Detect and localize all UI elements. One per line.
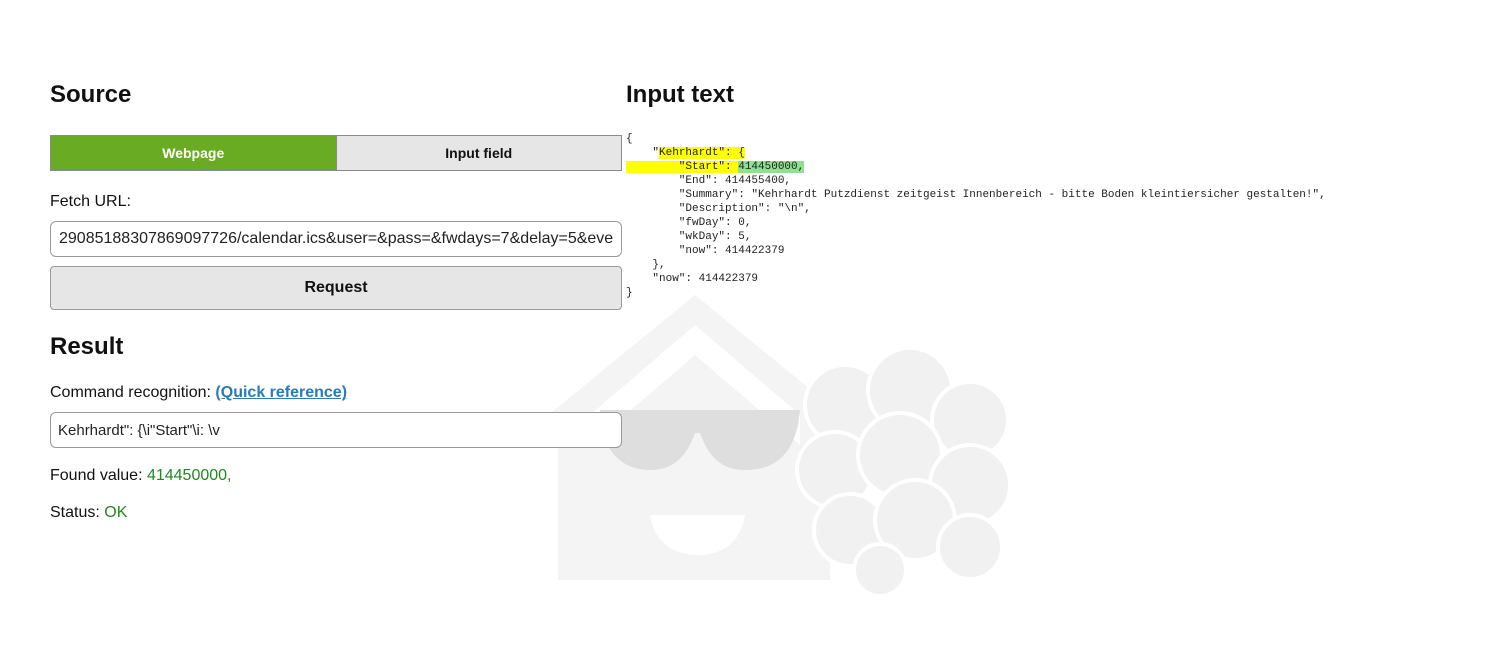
code-highlight-match: "Start": [626,161,739,173]
code-highlight-match: Kehrhardt": { [659,147,745,159]
command-recognition-text: Command recognition: [50,384,216,401]
command-value: Kehrhardt": {\i"Start"\i: \v [58,421,220,439]
code-line: }, [626,259,666,271]
command-recognition-label: Command recognition: (Quick reference) [50,384,622,402]
found-value-row: Found value: 414450000, [50,467,622,485]
result-title: Result [50,333,124,360]
input-text-panel: Input text { "Kehrhardt": { "Start": 414… [626,78,1486,300]
source-toggle: Webpage Input field [50,135,622,171]
code-line: } [626,287,633,299]
code-line: "Start": 414450000, [626,160,1486,174]
status-value: OK [104,504,128,521]
code-line: "now": 414422379 [626,273,759,285]
code-highlight-value: 414450000, [738,161,805,173]
tab-webpage[interactable]: Webpage [51,136,336,170]
code-line: "fwDay": 0, [626,217,752,229]
fetch-url-input[interactable]: 29085188307869097726/calendar.ics&user=&… [50,221,622,257]
input-text-title: Input text [626,81,734,108]
code-line: { [626,133,633,145]
code-line: "Description": "\n", [626,203,811,215]
page: Source Webpage Input field Fetch URL: 29… [0,0,1512,661]
fetch-url-value: 29085188307869097726/calendar.ics&user=&… [59,230,614,247]
code-line: "End": 414455400, [626,175,792,187]
quick-reference-link[interactable]: (Quick reference) [215,384,347,401]
request-button[interactable]: Request [50,266,622,310]
found-value: 414450000, [146,467,232,484]
command-input[interactable]: Kehrhardt": {\i"Start"\i: \v [50,412,622,448]
code-line: "Summary": "Kehrhardt Putzdienst zeitgei… [626,189,1326,201]
tab-input-field[interactable]: Input field [335,136,621,170]
fetch-url-label: Fetch URL: [50,193,131,210]
code-line: "now": 414422379 [626,245,785,257]
status-row: Status: OK [50,504,622,522]
code-text: " [626,147,660,159]
code-line: "wkDay": 5, [626,231,752,243]
status-label: Status: [50,504,105,521]
source-title: Source [50,81,132,108]
source-panel: Source Webpage Input field Fetch URL: 29… [50,78,622,522]
code-line: "Kehrhardt": { [626,146,1486,160]
found-value-label: Found value: [50,467,147,484]
input-text-code: { "Kehrhardt": { "Start": 414450000, "En… [626,132,1486,300]
